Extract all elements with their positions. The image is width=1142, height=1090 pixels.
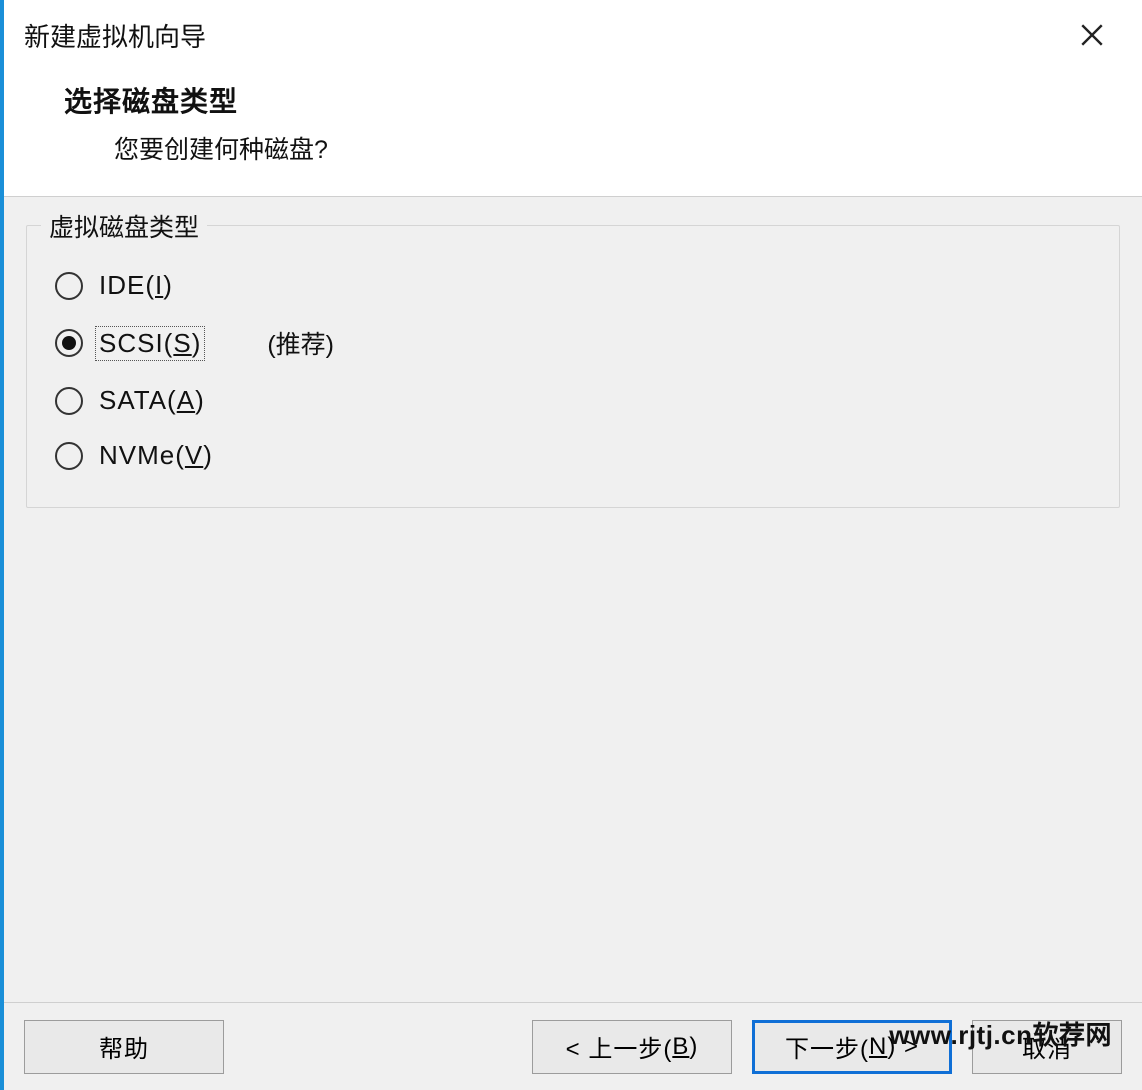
- page-title: 选择磁盘类型: [64, 80, 1142, 120]
- titlebar: 新建虚拟机向导: [4, 0, 1142, 70]
- body: 虚拟磁盘类型 IDE(I) SCSI(S) (推荐) SATA(A) NVMe(V): [4, 197, 1142, 1002]
- header: 选择磁盘类型 您要创建何种磁盘?: [4, 70, 1142, 197]
- close-button[interactable]: [1070, 13, 1114, 57]
- close-icon: [1079, 22, 1105, 48]
- radio-option-3[interactable]: NVMe(V): [55, 440, 1091, 471]
- next-button[interactable]: 下一步(N) >: [752, 1020, 952, 1074]
- radio-icon: [55, 329, 83, 357]
- window-title: 新建虚拟机向导: [24, 17, 206, 54]
- cancel-button[interactable]: 取消: [972, 1020, 1122, 1074]
- back-label-post: ): [689, 1033, 698, 1061]
- radio-suffix: (推荐): [267, 325, 334, 361]
- footer: 帮助 < 上一步(B) 下一步(N) > 取消: [4, 1002, 1142, 1090]
- page-subtitle: 您要创建何种磁盘?: [114, 130, 1142, 166]
- back-label-pre: < 上一步(: [566, 1029, 673, 1064]
- next-mnemonic: N: [869, 1033, 887, 1061]
- radio-option-2[interactable]: SATA(A): [55, 385, 1091, 416]
- radio-label: SATA(A): [97, 385, 207, 416]
- wizard-window: 新建虚拟机向导 选择磁盘类型 您要创建何种磁盘? 虚拟磁盘类型 IDE(I) SC…: [0, 0, 1142, 1090]
- disk-type-group: 虚拟磁盘类型 IDE(I)SCSI(S)(推荐)SATA(A)NVMe(V): [26, 225, 1120, 508]
- radio-icon: [55, 387, 83, 415]
- back-mnemonic: B: [672, 1033, 689, 1061]
- radio-label: IDE(I): [97, 270, 175, 301]
- radio-icon: [55, 442, 83, 470]
- group-legend: 虚拟磁盘类型: [41, 208, 207, 244]
- help-button[interactable]: 帮助: [24, 1020, 224, 1074]
- radio-icon: [55, 272, 83, 300]
- next-label-post: ) >: [887, 1033, 919, 1061]
- next-label-pre: 下一步(: [785, 1029, 869, 1064]
- radio-label: NVMe(V): [97, 440, 215, 471]
- radio-label: SCSI(S): [97, 328, 203, 359]
- radio-option-0[interactable]: IDE(I): [55, 270, 1091, 301]
- back-button[interactable]: < 上一步(B): [532, 1020, 732, 1074]
- radio-option-1[interactable]: SCSI(S) (推荐): [55, 325, 1091, 361]
